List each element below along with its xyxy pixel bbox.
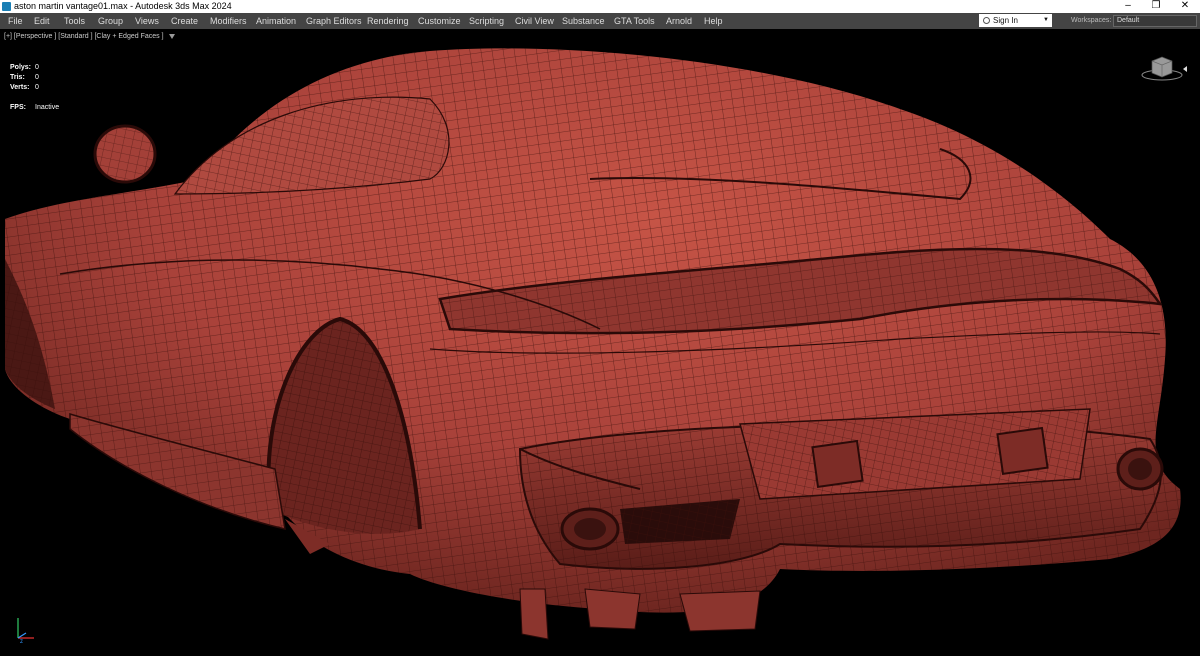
app-icon[interactable] [2,2,11,11]
tris-value: 0 [35,74,39,81]
menu-arnold[interactable]: Arnold [666,13,692,29]
menu-views[interactable]: Views [135,13,159,29]
menu-customize[interactable]: Customize [418,13,461,29]
viewport-label-text[interactable]: [+] [Perspective ] [Standard ] [Clay + E… [4,33,164,40]
workspace-dropdown[interactable]: Default [1113,15,1197,27]
menu-rendering[interactable]: Rendering [367,13,409,29]
statistics-overlay: Polys: 0 Tris: 0 Verts: 0 FPS: Inactive [10,63,70,113]
menu-group[interactable]: Group [98,13,123,29]
menu-substance[interactable]: Substance [562,13,605,29]
menu-file[interactable]: File [8,13,23,29]
window-title: aston martin vantage01.max - Autodesk 3d… [14,1,232,11]
workspace-value: Default [1117,17,1140,24]
menu-animation[interactable]: Animation [256,13,296,29]
tris-label: Tris: [10,74,25,81]
close-button[interactable]: ✕ [1172,0,1198,13]
minimize-button[interactable]: – [1115,0,1141,13]
menu-civil-view[interactable]: Civil View [515,13,554,29]
menu-create[interactable]: Create [171,13,198,29]
menu-tools[interactable]: Tools [64,13,85,29]
filter-icon[interactable] [168,34,175,39]
fps-label: FPS: [10,104,26,111]
car-wireframe-model[interactable] [0,29,1200,656]
viewcube-icon[interactable] [1140,53,1188,83]
menu-help[interactable]: Help [704,13,723,29]
menu-gta-tools[interactable]: GTA Tools [614,13,655,29]
menu-graph-editors[interactable]: Graph Editors [306,13,362,29]
restore-button[interactable]: ❐ [1143,0,1169,13]
chevron-down-icon: ▼ [1043,17,1049,23]
workspaces-label: Workspaces: [1071,17,1112,24]
axis-tripod-icon: z [17,618,34,644]
sign-in-dropdown[interactable]: Sign In ▼ [979,14,1052,27]
sign-in-label: Sign In [993,16,1018,25]
polys-label: Polys: [10,64,32,71]
title-bar: aston martin vantage01.max - Autodesk 3d… [0,0,1200,13]
verts-label: Verts: [10,84,30,91]
perspective-viewport[interactable]: [+] [Perspective ] [Standard ] [Clay + E… [0,29,1200,656]
svg-text:z: z [20,639,23,644]
verts-value: 0 [35,84,39,91]
menu-edit[interactable]: Edit [34,13,50,29]
menu-modifiers[interactable]: Modifiers [210,13,247,29]
polys-value: 0 [35,64,39,71]
menu-scripting[interactable]: Scripting [469,13,504,29]
fps-value: Inactive [35,104,60,111]
user-icon [983,17,990,24]
viewport-label[interactable]: [+] [Perspective ] [Standard ] [Clay + E… [4,33,175,40]
